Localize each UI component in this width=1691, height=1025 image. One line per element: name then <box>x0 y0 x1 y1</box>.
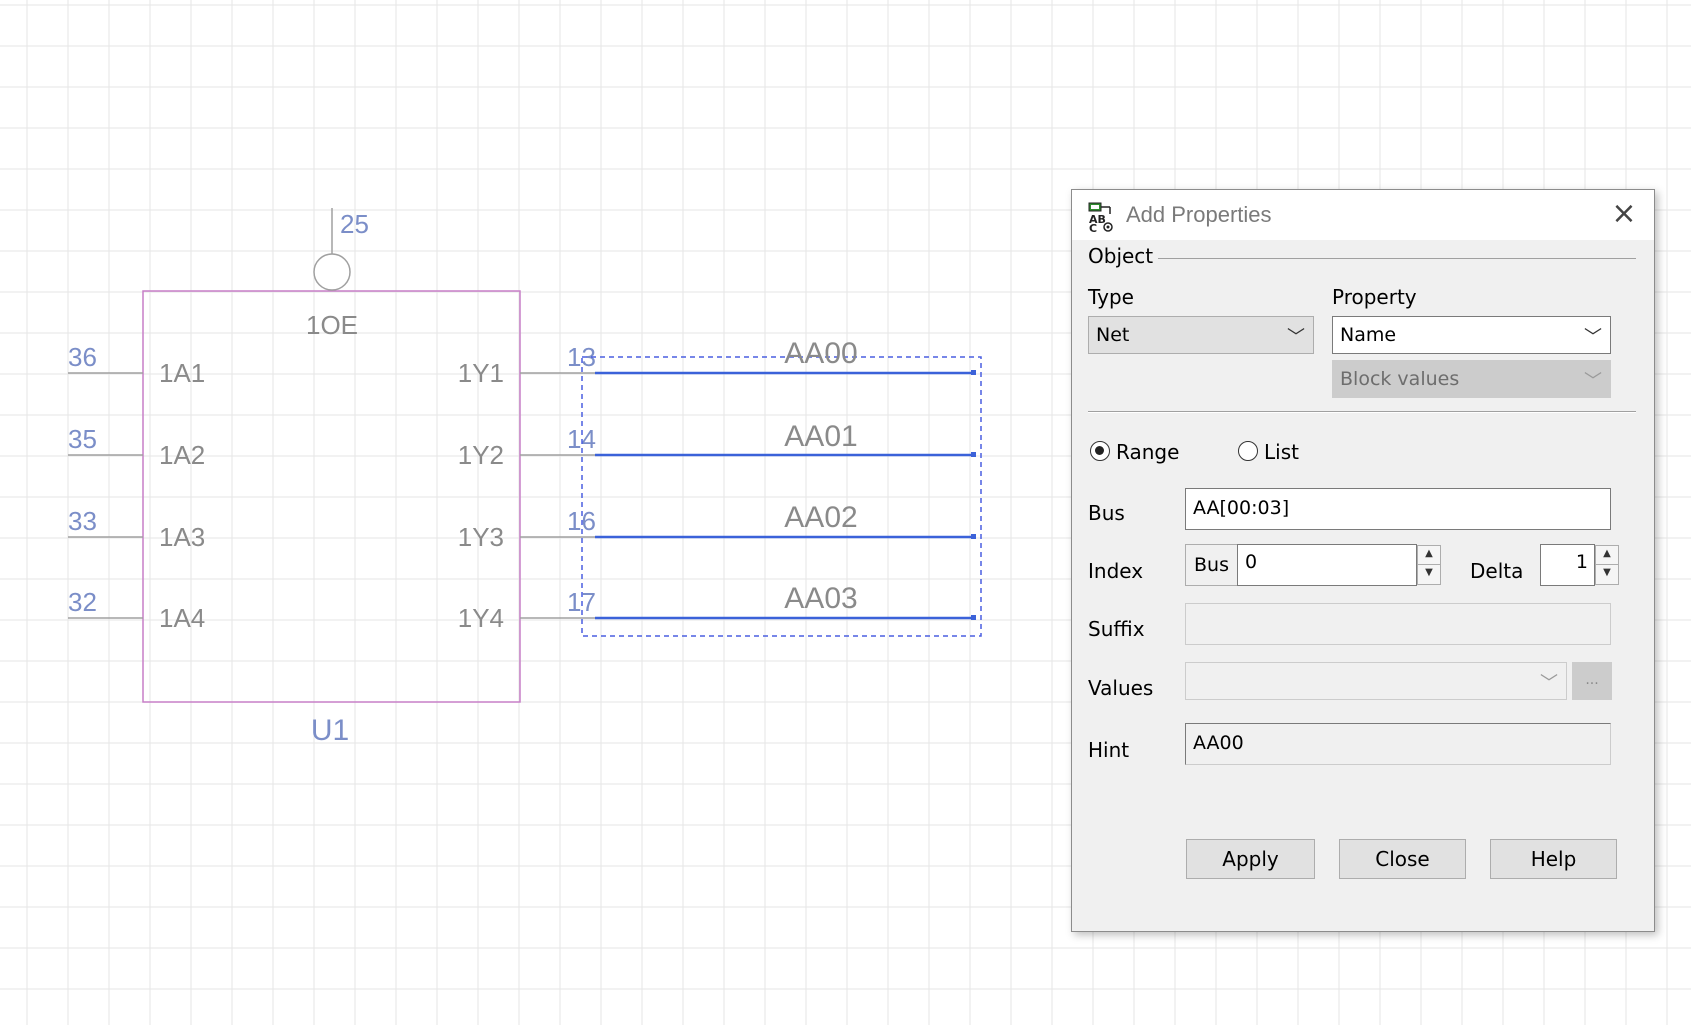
index-input[interactable]: 0 <box>1237 544 1417 586</box>
net-label[interactable]: AA03 <box>784 582 857 615</box>
chevron-down-icon: ﹀ <box>1584 371 1602 392</box>
values-label: Values <box>1088 676 1154 700</box>
spinner-down-icon[interactable]: ▼ <box>1418 565 1440 584</box>
property-dropdown-value: Name <box>1340 324 1397 346</box>
spinner-up-icon[interactable]: ▲ <box>1418 546 1440 565</box>
wire-end-handle[interactable] <box>971 370 976 375</box>
delta-input[interactable]: 1 <box>1540 544 1595 586</box>
values-browse-button: ... <box>1572 662 1612 700</box>
bus-input[interactable]: AA[00:03] <box>1185 488 1611 530</box>
chevron-down-icon: ﹀ <box>1540 673 1558 694</box>
dialog-title: Add Properties <box>1126 202 1272 227</box>
pin-number: 36 <box>68 342 97 372</box>
hint-label: Hint <box>1088 738 1130 762</box>
list-radio[interactable] <box>1238 441 1258 461</box>
list-label[interactable]: List <box>1264 440 1299 464</box>
enable-pin-number: 25 <box>340 209 369 239</box>
chevron-down-icon: ﹀ <box>1287 327 1305 348</box>
property-dropdown[interactable]: Name ﹀ <box>1332 316 1611 354</box>
close-button[interactable]: Close <box>1339 839 1466 879</box>
bus-label: Bus <box>1088 501 1125 525</box>
bus-input-value: AA[00:03] <box>1193 497 1290 519</box>
pin-number: 32 <box>68 587 97 617</box>
delta-input-value: 1 <box>1575 551 1588 573</box>
svg-text:C: C <box>1089 222 1097 232</box>
add-properties-icon: AB C <box>1088 202 1113 232</box>
enable-pin-bubble <box>313 253 351 291</box>
index-label: Index <box>1088 559 1144 583</box>
hint-value: AA00 <box>1193 732 1244 754</box>
apply-button[interactable]: Apply <box>1186 839 1315 879</box>
delta-label: Delta <box>1470 559 1524 583</box>
object-group-line <box>1158 258 1636 259</box>
net-label[interactable]: AA02 <box>784 501 857 534</box>
range-label[interactable]: Range <box>1116 440 1179 464</box>
left-pins: 36 35 33 32 1A1 1A2 1A3 1A4 <box>68 342 205 633</box>
suffix-label: Suffix <box>1088 617 1145 641</box>
pin-number: 35 <box>68 424 97 454</box>
wire-end-handle[interactable] <box>971 452 976 457</box>
spinner-up-icon[interactable]: ▲ <box>1596 546 1618 565</box>
net-label[interactable]: AA00 <box>784 337 857 370</box>
chevron-down-icon: ﹀ <box>1584 327 1602 348</box>
object-group-label: Object <box>1088 244 1154 268</box>
help-button[interactable]: Help <box>1490 839 1617 879</box>
separator <box>1088 411 1636 413</box>
property-label: Property <box>1332 285 1417 309</box>
pin-name: 1A2 <box>159 440 205 470</box>
wire-end-handle[interactable] <box>971 615 976 620</box>
values-dropdown: ﹀ <box>1185 662 1567 700</box>
index-input-value: 0 <box>1245 551 1258 573</box>
range-radio[interactable] <box>1090 441 1110 461</box>
net-label[interactable]: AA01 <box>784 420 857 453</box>
pin-number: 33 <box>68 506 97 536</box>
block-values-dropdown: Block values ﹀ <box>1332 360 1611 398</box>
spinner-down-icon[interactable]: ▼ <box>1596 565 1618 584</box>
index-spinner[interactable]: ▲ ▼ <box>1417 545 1441 585</box>
wire-end-handle[interactable] <box>971 534 976 539</box>
add-properties-dialog[interactable]: AB C Add Properties × Object Type Net ﹀ … <box>1071 189 1655 932</box>
block-values-text: Block values <box>1340 368 1460 390</box>
close-icon[interactable]: × <box>1608 198 1640 230</box>
type-dropdown[interactable]: Net ﹀ <box>1088 316 1314 354</box>
pin-name: 1A1 <box>159 358 205 388</box>
type-label: Type <box>1088 285 1134 309</box>
enable-pin-name: 1OE <box>306 310 358 340</box>
suffix-input <box>1185 603 1611 645</box>
pin-name: 1A4 <box>159 603 205 633</box>
dialog-titlebar[interactable]: AB C Add Properties × <box>1072 190 1654 240</box>
hint-field: AA00 <box>1185 723 1611 765</box>
type-dropdown-value: Net <box>1096 324 1130 346</box>
pin-name: 1Y1 <box>458 358 504 388</box>
index-bus-prefix: Bus <box>1185 544 1237 586</box>
pin-name: 1Y4 <box>458 603 504 633</box>
part-refdes[interactable]: U1 <box>311 714 349 747</box>
pin-name: 1A3 <box>159 522 205 552</box>
pin-name: 1Y2 <box>458 440 504 470</box>
pin-name: 1Y3 <box>458 522 504 552</box>
delta-spinner[interactable]: ▲ ▼ <box>1595 545 1619 585</box>
